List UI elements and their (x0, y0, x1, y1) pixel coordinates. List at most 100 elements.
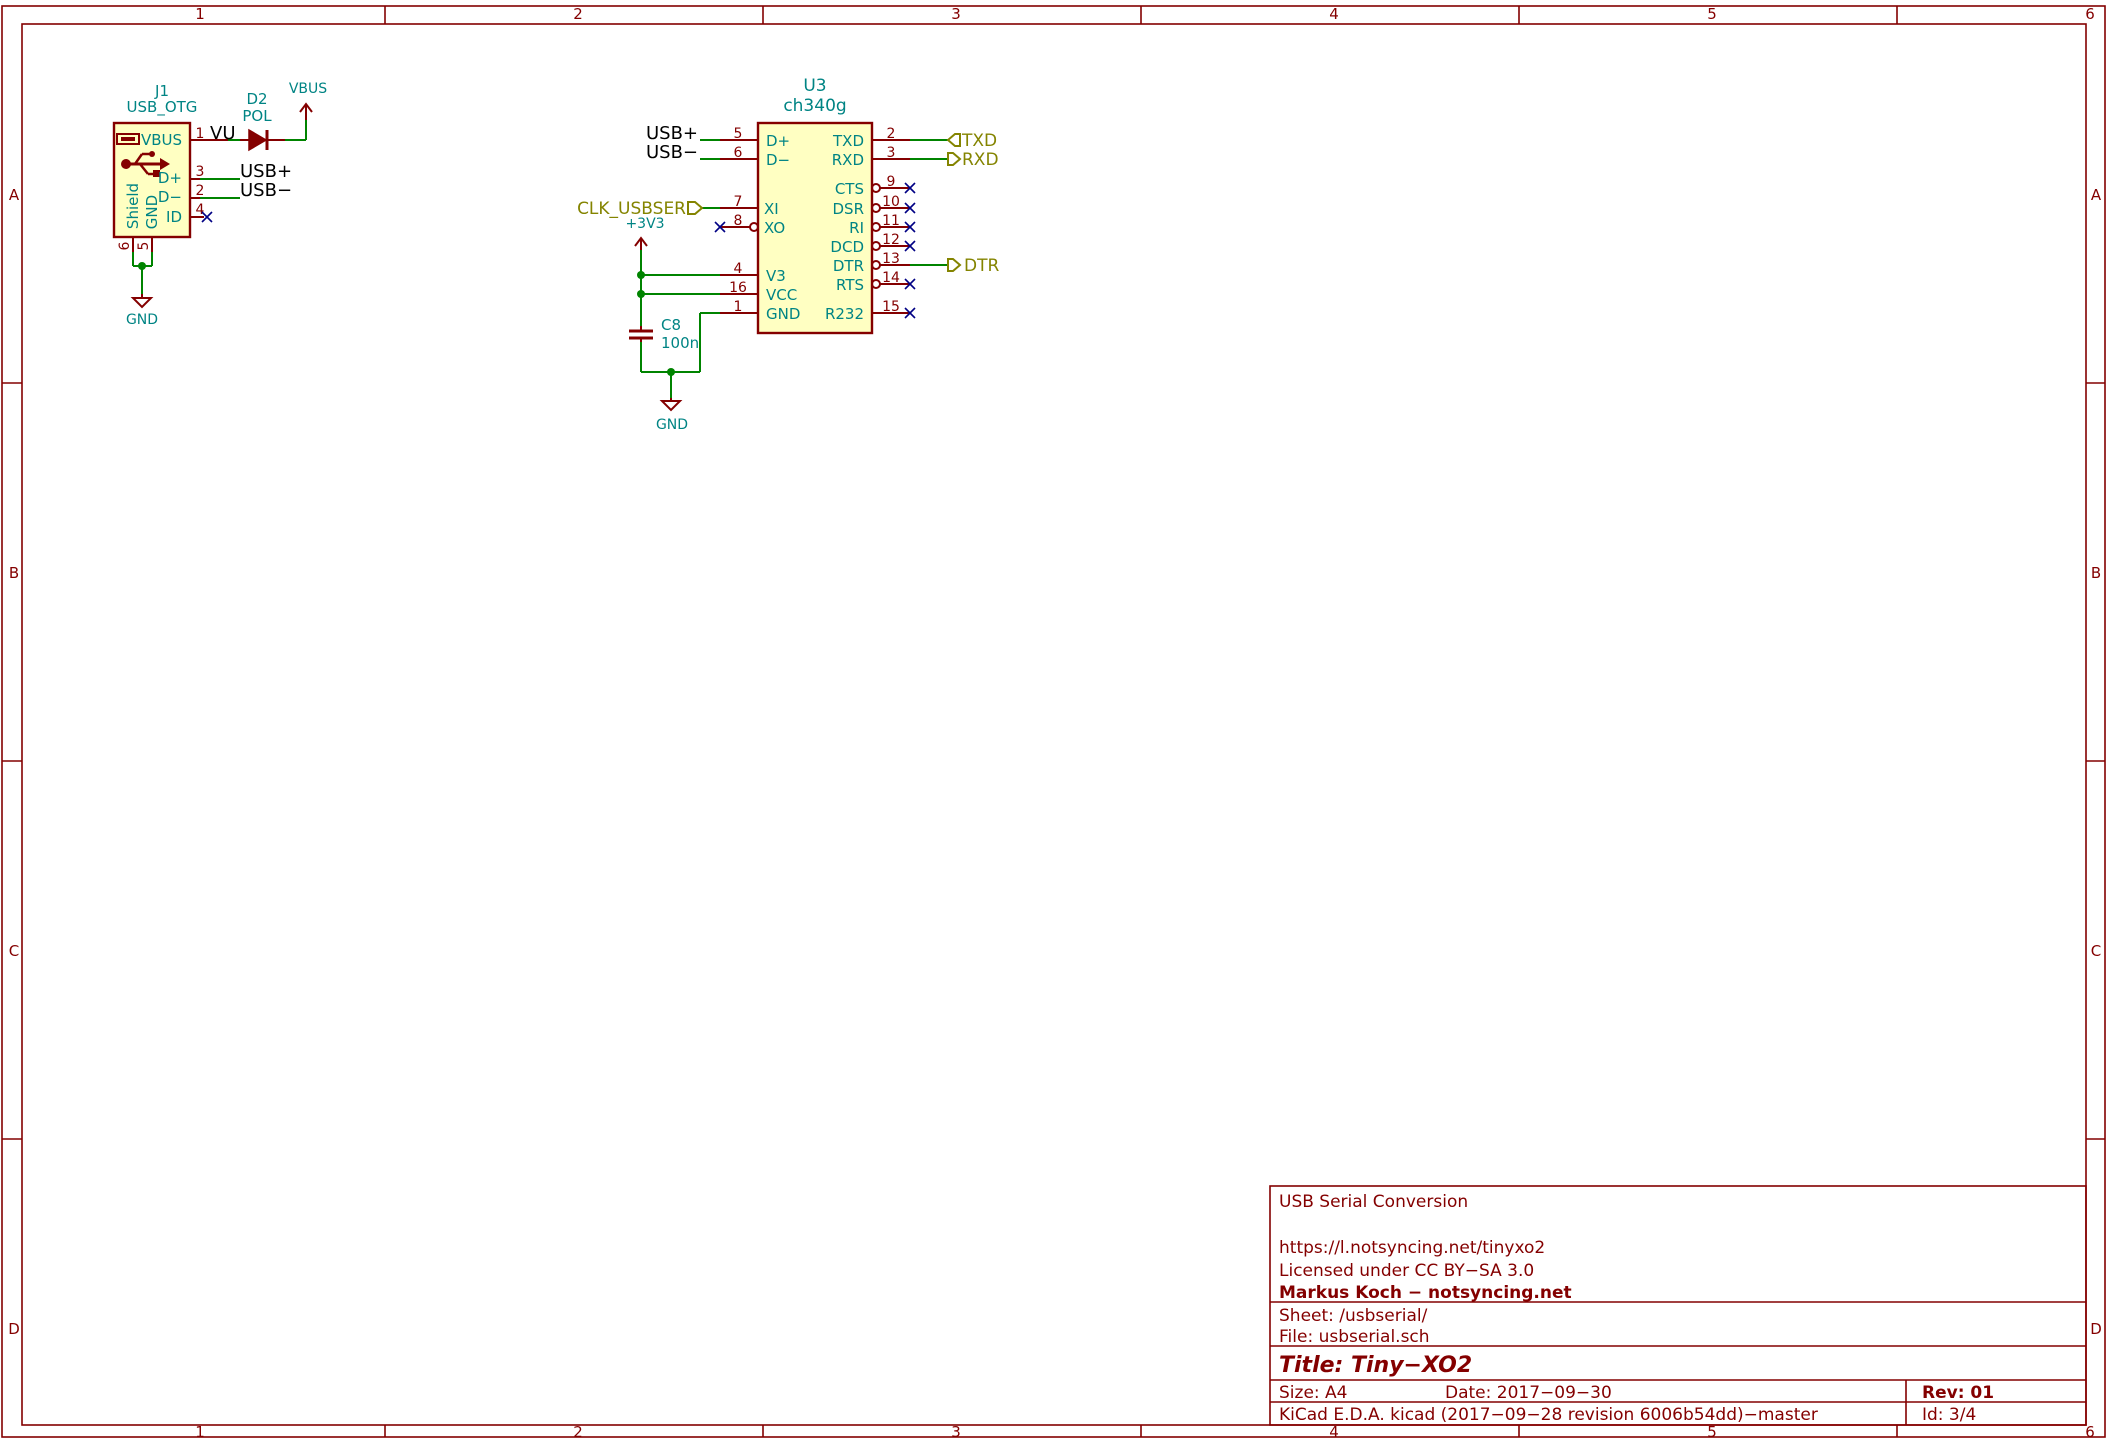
col-label-6: 6 (2085, 5, 2095, 23)
c8-ref: C8 (661, 316, 681, 334)
tb-comment-1: USB Serial Conversion (1279, 1192, 1468, 1212)
net-label-usb-plus-j1: USB+ (240, 161, 292, 182)
col-label-2-bottom: 2 (573, 1423, 583, 1440)
col-label-2: 2 (573, 5, 583, 23)
j1-pin-dminus-name: D− (158, 188, 182, 206)
j1-value: USB_OTG (127, 98, 198, 117)
gnd-power-symbol-2: GND (656, 398, 688, 433)
col-label-1: 1 (195, 5, 205, 23)
d2-ref: D2 (246, 90, 267, 108)
tb-rev: Rev: 01 (1922, 1383, 1994, 1403)
u3-pin-8-num: 8 (734, 213, 743, 229)
u3-ch340g[interactable]: U3 ch340g D+ D− XI XO V3 VCC GND 5 6 7 8… (720, 76, 910, 335)
u3-pin-12-num: 12 (882, 232, 900, 248)
col-label-4: 4 (1329, 5, 1339, 23)
col-label-3-bottom: 3 (951, 1423, 961, 1440)
c8-value: 100n (661, 334, 699, 352)
row-label-a: A (9, 186, 20, 204)
j1-pin-1-num: 1 (196, 126, 205, 142)
j1-pin-5-num: 5 (136, 242, 152, 251)
u3-ref: U3 (803, 76, 826, 96)
net-label-usb-minus-u3: USB− (646, 142, 698, 163)
gnd-power-symbol: GND (126, 294, 158, 328)
u3-pin-2-num: 2 (887, 126, 896, 142)
net-label-vu: VU (210, 123, 236, 144)
row-label-d: D (8, 1320, 20, 1338)
tb-tool: KiCad E.D.A. kicad (2017−09−28 revision … (1279, 1405, 1818, 1425)
sheet-frame: 1 2 3 4 5 6 1 2 3 4 5 6 A B C D A B C D (1, 5, 2106, 1440)
u3-pin-vcc-name: VCC (766, 286, 797, 304)
u3-pin-gnd-name: GND (766, 305, 800, 323)
global-label-clk-text: CLK_USBSER (577, 199, 686, 219)
title-block: USB Serial Conversion https://l.notsynci… (1269, 1185, 2087, 1426)
global-label-rxd[interactable]: RXD (947, 150, 999, 170)
j1-pin-vbus-name: VBUS (141, 131, 182, 149)
j1-pin-gnd-name: GND (143, 195, 161, 229)
tb-comment-3: Licensed under CC BY−SA 3.0 (1279, 1261, 1534, 1281)
u3-pin-6-num: 6 (734, 145, 743, 161)
u3-pin-1-num: 1 (734, 299, 743, 315)
tb-title: Title: Tiny−XO2 (1279, 1353, 1472, 1378)
u3-pin-ri-name: RI (849, 219, 864, 237)
u3-pin-dtr-name: DTR (833, 257, 864, 275)
j1-pin-6-num: 6 (117, 241, 133, 250)
tb-sheet: Sheet: /usbserial/ (1279, 1306, 1428, 1326)
row-label-b: B (9, 564, 19, 582)
schematic-sheet: 1 2 3 4 5 6 1 2 3 4 5 6 A B C D A B C D … (1, 5, 2106, 1440)
j1-pin-dplus-name: D+ (158, 169, 182, 187)
u3-pin-4-num: 4 (734, 261, 743, 277)
u3-pin-rxd-name: RXD (832, 151, 864, 169)
tb-comment-2: https://l.notsyncing.net/tinyxo2 (1279, 1238, 1545, 1258)
tb-date: Date: 2017−09−30 (1445, 1383, 1612, 1403)
u3-pin-5-num: 5 (734, 126, 743, 142)
u3-pin-3-num: 3 (887, 145, 896, 161)
row-label-a-right: A (2091, 186, 2102, 204)
vbus-label: VBUS (289, 81, 327, 97)
u3-value: ch340g (783, 96, 846, 116)
c8-capacitor[interactable]: C8 100n (629, 316, 699, 352)
j1-pin-3-num: 3 (196, 164, 205, 180)
j1-usb-connector[interactable]: J1 USB_OTG VBUS D+ D− ID Shield GND 1 3 … (112, 82, 228, 252)
u3-pin-v3-name: V3 (766, 267, 786, 285)
u3-pin-13-num: 13 (882, 251, 900, 267)
gnd-label-2: GND (656, 417, 688, 433)
u3-pin-cts-name: CTS (835, 180, 864, 198)
tb-id: Id: 3/4 (1922, 1405, 1976, 1425)
u3-pin-xi-name: XI (764, 200, 779, 218)
d2-diode[interactable]: D2 POL (240, 90, 285, 152)
d2-value: POL (242, 107, 272, 125)
u3-pin-txd-name: TXD (832, 132, 864, 150)
u3-pin-rts-name: RTS (836, 276, 864, 294)
tb-company: Markus Koch − notsyncing.net (1279, 1283, 1572, 1303)
global-label-txd-text: TXD (961, 131, 997, 151)
u3-pin-10-num: 10 (882, 194, 900, 210)
col-label-3: 3 (951, 5, 961, 23)
u3-pin-dcd-name: DCD (830, 238, 864, 256)
global-label-rxd-text: RXD (962, 150, 999, 170)
global-label-dtr[interactable]: DTR (947, 256, 999, 276)
j1-pin-id-name: ID (166, 208, 182, 226)
u3-pin-r232-name: R232 (825, 305, 864, 323)
u3-pin-dminus-name: D− (766, 151, 790, 169)
u3-pin-xo-name: XO (764, 219, 785, 237)
global-label-dtr-text: DTR (964, 256, 999, 276)
j1-pin-4-num: 4 (196, 202, 205, 218)
u3-pin-dplus-name: D+ (766, 132, 790, 150)
vbus-power-symbol: VBUS (289, 81, 327, 120)
row-label-b-right: B (2091, 564, 2101, 582)
net-label-usb-plus-u3: USB+ (646, 123, 698, 144)
j1-pin-2-num: 2 (196, 183, 205, 199)
col-label-5: 5 (1707, 5, 1717, 23)
u3-pin-7-num: 7 (734, 194, 743, 210)
j1-pin-shield-name: Shield (124, 183, 142, 229)
global-label-txd[interactable]: TXD (946, 131, 997, 151)
global-label-clk-usbser[interactable]: CLK_USBSER (577, 199, 704, 219)
u3-pin-15-num: 15 (882, 299, 900, 315)
net-label-usb-minus-j1: USB− (240, 180, 292, 201)
u3-pin-16-num: 16 (729, 280, 747, 296)
gnd-label-1: GND (126, 312, 158, 328)
row-label-d-right: D (2090, 1320, 2102, 1338)
row-label-c: C (9, 942, 19, 960)
tb-size: Size: A4 (1279, 1383, 1347, 1403)
u3-pin-9-num: 9 (887, 174, 896, 190)
